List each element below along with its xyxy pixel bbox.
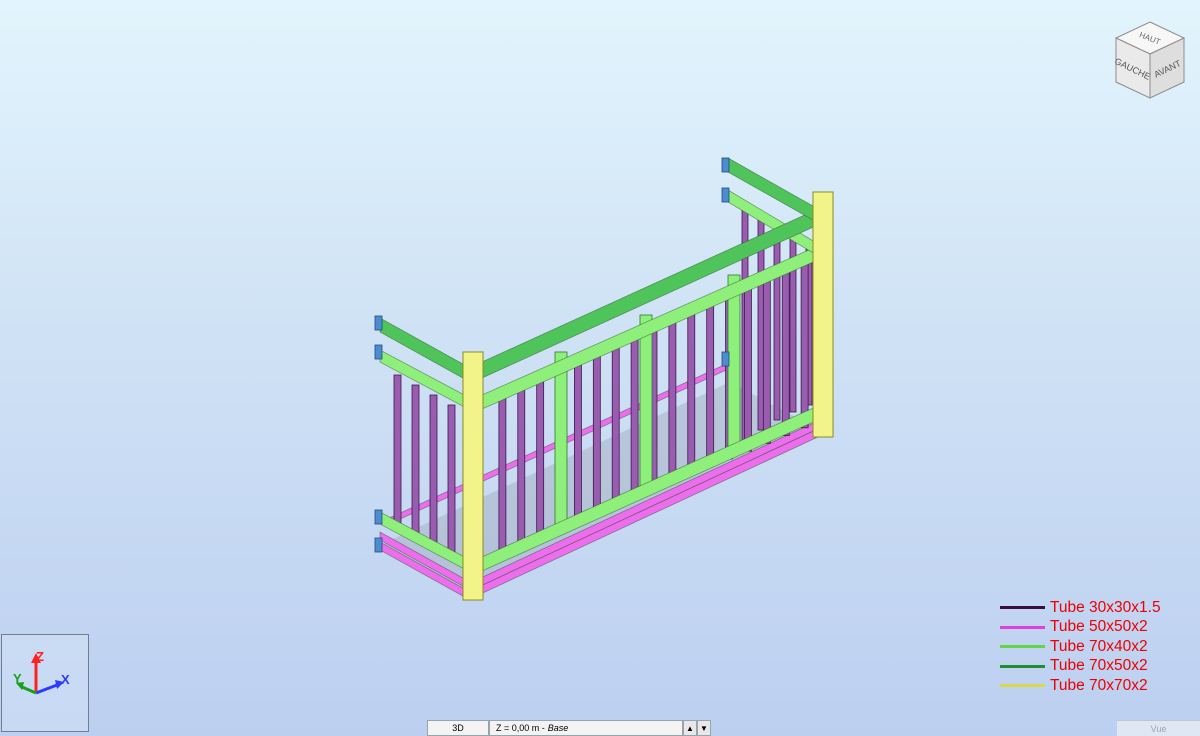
corner-post-right xyxy=(812,191,834,438)
legend-swatch xyxy=(1000,684,1045,688)
legend-label: Tube 70x50x2 xyxy=(1050,657,1148,675)
arrow-down-icon: ▼ xyxy=(700,723,708,733)
front-baluster xyxy=(706,301,715,468)
wall-plate xyxy=(374,537,383,553)
legend-swatch xyxy=(1000,645,1045,649)
legend-label: Tube 50x50x2 xyxy=(1050,618,1148,636)
level-selector[interactable]: Z = 0,00 m - Base xyxy=(489,720,683,736)
x-axis-arrow xyxy=(35,683,58,695)
front-baluster xyxy=(744,284,752,452)
intermediate-post xyxy=(639,314,653,491)
corner-post-left xyxy=(462,351,484,601)
front-baluster xyxy=(498,393,507,553)
wall-plate xyxy=(374,509,383,525)
wall-plate xyxy=(721,187,730,203)
legend-label: Tube 70x70x2 xyxy=(1050,676,1148,694)
front-baluster xyxy=(517,384,526,545)
legend-label: Tube 30x30x1.5 xyxy=(1050,598,1161,616)
view-mode-button[interactable]: 3D xyxy=(427,720,489,736)
side-baluster xyxy=(447,404,456,553)
view-mode-label: 3D xyxy=(452,723,464,733)
legend-swatch xyxy=(1000,664,1045,668)
intermediate-post xyxy=(554,351,568,531)
front-baluster xyxy=(592,351,601,514)
side-mid-rail-left xyxy=(379,349,471,411)
legend-swatch xyxy=(1000,606,1045,610)
front-baluster xyxy=(781,268,790,436)
legend-item: Tube 50x50x2 xyxy=(1000,618,1190,638)
side-baluster xyxy=(393,374,402,526)
wall-plate xyxy=(374,344,383,360)
level-name: Base xyxy=(547,723,569,733)
y-axis-label: Y xyxy=(13,671,22,686)
axis-triad: Z X Y xyxy=(1,634,89,732)
level-value: Z = 0,00 m - xyxy=(496,723,545,733)
legend-swatch xyxy=(1000,625,1045,629)
intermediate-post xyxy=(727,274,741,451)
wall-plate xyxy=(374,315,383,331)
z-axis-label: Z xyxy=(36,649,44,664)
front-baluster xyxy=(800,259,809,429)
section-legend: Tube 30x30x1.5 Tube 50x50x2 Tube 70x40x2… xyxy=(1000,598,1190,696)
legend-item: Tube 30x30x1.5 xyxy=(1000,598,1190,618)
vue-tab-label: Vue xyxy=(1150,723,1167,734)
front-baluster xyxy=(668,318,677,483)
back-baluster xyxy=(773,225,781,421)
front-baluster xyxy=(574,359,582,522)
view-cube[interactable]: HAUT GAUCHE AVANT xyxy=(1110,18,1190,102)
wall-plate xyxy=(721,351,730,367)
level-up-button[interactable]: ▲ xyxy=(683,720,697,736)
vue-tab[interactable]: Vue xyxy=(1117,720,1200,736)
legend-item: Tube 70x50x2 xyxy=(1000,657,1190,677)
front-baluster xyxy=(611,343,620,506)
side-handrail-left xyxy=(379,317,471,383)
wall-plate xyxy=(721,157,730,173)
y-axis-arrow xyxy=(21,685,37,695)
front-baluster xyxy=(536,376,545,538)
side-baluster xyxy=(429,394,438,546)
side-baluster xyxy=(411,384,420,536)
view-status-bar: 3D Z = 0,00 m - Base ▲ ▼ xyxy=(427,720,712,736)
legend-item: Tube 70x40x2 xyxy=(1000,637,1190,657)
arrow-up-icon: ▲ xyxy=(686,723,694,733)
front-baluster xyxy=(630,334,639,499)
legend-label: Tube 70x40x2 xyxy=(1050,637,1148,655)
front-baluster xyxy=(687,309,696,475)
legend-item: Tube 70x70x2 xyxy=(1000,676,1190,696)
x-axis-label: X xyxy=(61,672,70,687)
level-down-button[interactable]: ▼ xyxy=(697,720,711,736)
front-baluster xyxy=(762,276,771,444)
